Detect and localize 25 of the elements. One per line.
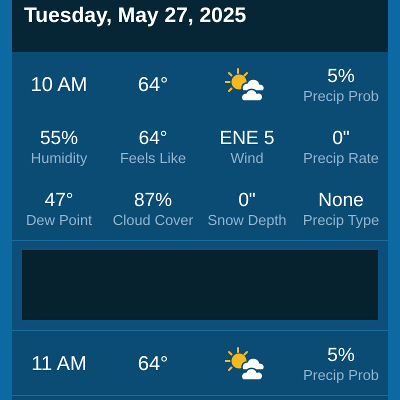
- stat-value: 5%: [327, 64, 355, 88]
- stat-value: 87%: [134, 188, 172, 212]
- date-title: Tuesday, May 27, 2025: [24, 3, 246, 29]
- hour-time: 10 AM: [30, 73, 88, 97]
- stat-label: Feels Like: [120, 150, 186, 168]
- stat-value: None: [318, 188, 364, 212]
- stat-label: Wind: [230, 150, 264, 168]
- stat-value: 5%: [327, 344, 355, 366]
- stat-value: 64°: [138, 126, 168, 150]
- stat-value: ENE 5: [220, 126, 274, 150]
- stat-label: Snow Depth: [208, 212, 286, 230]
- stat-label: Precip Prob: [303, 88, 379, 106]
- temperature: 64°: [138, 73, 168, 97]
- stat-label: Humidity: [30, 150, 88, 168]
- stat-label: Precip Type: [302, 212, 380, 230]
- temperature: 64°: [138, 352, 168, 376]
- stat-label: Dew Point: [26, 212, 92, 230]
- stat-value: 47°: [44, 188, 74, 212]
- stat-value: 0": [238, 188, 256, 212]
- stat-value: 55%: [40, 126, 78, 150]
- stat-label: Precip Rate: [303, 150, 379, 168]
- stat-label: Cloud Cover: [112, 212, 194, 230]
- stat-value: 0": [332, 126, 350, 150]
- stat-label: Precip Prob: [303, 366, 379, 384]
- hour-time: 11 AM: [31, 352, 87, 376]
